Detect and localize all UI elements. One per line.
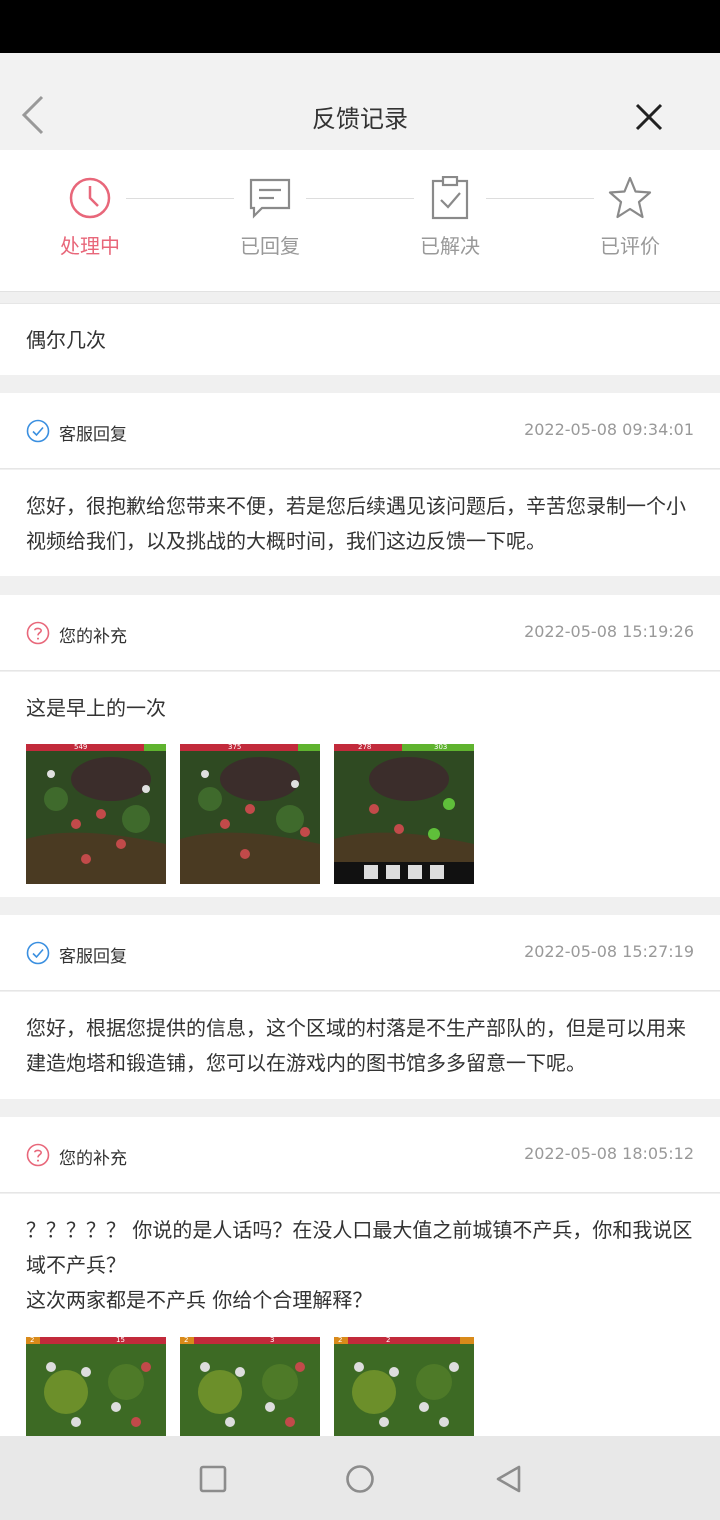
step-processing: 处理中 bbox=[20, 176, 160, 259]
supplement-text: 这是早上的一次 bbox=[26, 696, 166, 720]
game-screenshot-image bbox=[334, 1337, 474, 1436]
game-top-bar bbox=[334, 744, 474, 751]
game-top-bar bbox=[334, 1337, 474, 1344]
game-top-bar bbox=[26, 1337, 166, 1344]
reply-text: 您好，很抱歉给您带来不便，若是您后续遇见该问题后，辛苦您录制一个小视频给我们，以… bbox=[26, 494, 686, 553]
step-label: 已评价 bbox=[600, 234, 660, 258]
title-bar: 反馈记录 bbox=[0, 53, 720, 150]
game-screenshot-image bbox=[334, 744, 474, 884]
step-resolved: 已解决 bbox=[380, 176, 520, 259]
star-icon bbox=[608, 176, 652, 219]
status-steps: 处理中 已回复 已解决 已评价 bbox=[0, 150, 720, 292]
game-top-bar bbox=[26, 744, 166, 751]
game-screenshot-image bbox=[26, 744, 166, 884]
circle-icon bbox=[346, 1465, 374, 1493]
message-icon bbox=[249, 178, 291, 219]
step-label: 已解决 bbox=[420, 234, 480, 258]
game-screenshot-image bbox=[180, 744, 320, 884]
timestamp: 2022-05-08 18:05:12 bbox=[524, 1144, 694, 1163]
system-nav-bar bbox=[0, 1436, 720, 1520]
step-replied: 已回复 bbox=[200, 176, 340, 259]
score-label: 2 bbox=[184, 1337, 189, 1344]
reply-header: 客服回复 2022-05-08 09:34:01 bbox=[0, 393, 720, 469]
game-top-bar bbox=[180, 1337, 320, 1344]
author-label: 您的补充 bbox=[59, 1149, 127, 1169]
author-label: 客服回复 bbox=[59, 425, 127, 445]
question-circle-icon bbox=[26, 1143, 50, 1167]
reply-body: 您好，根据您提供的信息，这个区域的村落是不生产部队的，但是可以用来建造炮塔和锻造… bbox=[0, 992, 720, 1099]
recents-button[interactable] bbox=[198, 1464, 228, 1494]
reply-text: 您好，根据您提供的信息，这个区域的村落是不生产部队的，但是可以用来建造炮塔和锻造… bbox=[26, 1016, 686, 1075]
game-top-bar bbox=[180, 744, 320, 751]
screenshot-thumbnail[interactable]: 375 bbox=[180, 744, 320, 884]
timestamp: 2022-05-08 09:34:01 bbox=[524, 420, 694, 439]
supplement-text: 这次两家都是不产兵 你给个合理解释？ bbox=[26, 1288, 373, 1312]
score-label: 3 bbox=[270, 1337, 275, 1344]
timestamp: 2022-05-08 15:19:26 bbox=[524, 622, 694, 641]
check-circle-icon bbox=[26, 419, 50, 443]
reply-header: 客服回复 2022-05-08 15:27:19 bbox=[0, 915, 720, 991]
score-label: 2 bbox=[338, 1337, 343, 1344]
page-title: 反馈记录 bbox=[312, 105, 408, 133]
author-label: 客服回复 bbox=[59, 947, 127, 967]
score-label: 303 bbox=[434, 744, 448, 751]
screenshot-thumbnail[interactable]: 549 bbox=[26, 744, 166, 884]
home-button[interactable] bbox=[345, 1464, 375, 1494]
question-circle-icon bbox=[26, 621, 50, 645]
supplement-header: 您的补充 2022-05-08 18:05:12 bbox=[0, 1117, 720, 1193]
score-label: 2 bbox=[30, 1337, 35, 1344]
step-label: 处理中 bbox=[60, 234, 120, 258]
game-screenshot-image bbox=[26, 1337, 166, 1436]
supplement-header: 您的补充 2022-05-08 15:19:26 bbox=[0, 595, 720, 671]
close-icon bbox=[635, 103, 663, 131]
score-label: 375 bbox=[228, 744, 242, 751]
author-label: 您的补充 bbox=[59, 627, 127, 647]
game-screenshot-image bbox=[180, 1337, 320, 1436]
feedback-text-block: 偶尔几次 bbox=[0, 303, 720, 375]
supplement-text: ？？？？？ 你说的是人话吗？在没人口最大值之前城镇不产兵，你和我说区域不产兵？ bbox=[26, 1218, 693, 1277]
back-nav-button[interactable] bbox=[494, 1464, 524, 1494]
score-label: 549 bbox=[74, 744, 88, 751]
feedback-text: 偶尔几次 bbox=[26, 328, 106, 352]
check-circle-icon bbox=[26, 941, 50, 965]
square-icon bbox=[199, 1465, 227, 1493]
screenshot-thumbnail[interactable]: 2 2 bbox=[334, 1337, 474, 1436]
score-label: 15 bbox=[116, 1337, 125, 1344]
clipboard-check-icon bbox=[431, 176, 469, 220]
step-label: 已回复 bbox=[240, 234, 300, 258]
clock-icon bbox=[69, 177, 111, 219]
timestamp: 2022-05-08 15:27:19 bbox=[524, 942, 694, 961]
score-label: 278 bbox=[358, 744, 372, 751]
step-rated: 已评价 bbox=[560, 176, 700, 259]
reply-body: 您好，很抱歉给您带来不便，若是您后续遇见该问题后，辛苦您录制一个小视频给我们，以… bbox=[0, 470, 720, 576]
score-label: 2 bbox=[386, 1337, 391, 1344]
screenshot-thumbnail[interactable]: 2 15 bbox=[26, 1337, 166, 1436]
status-bar bbox=[0, 0, 720, 53]
triangle-back-icon bbox=[496, 1465, 521, 1493]
screenshot-thumbnail[interactable]: 2 3 bbox=[180, 1337, 320, 1436]
screenshot-thumbnail[interactable]: 278 303 bbox=[334, 744, 474, 884]
close-button[interactable] bbox=[628, 97, 670, 139]
